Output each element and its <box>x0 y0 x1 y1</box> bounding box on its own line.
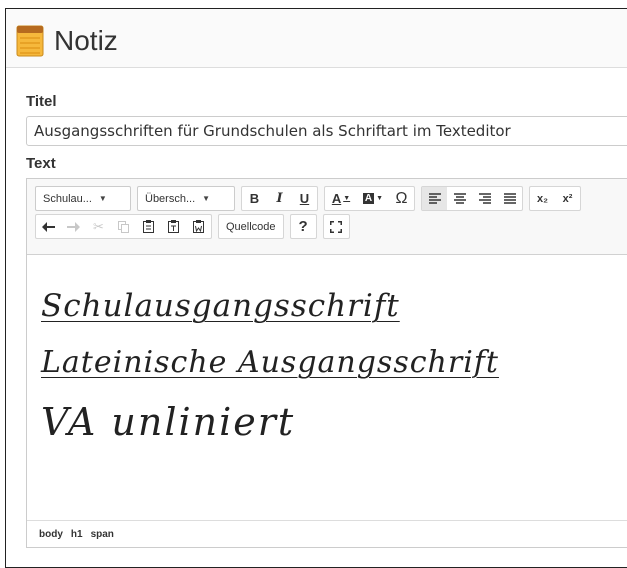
special-char-button[interactable]: Ω <box>389 187 414 210</box>
paste-word-icon[interactable] <box>186 215 211 238</box>
handwriting-line: Schulausgangsschrift <box>41 288 400 324</box>
bg-color-button[interactable]: A ▼ <box>357 187 389 210</box>
editor-toolbar: Schulau... ▼ Übersch... ▼ B I U A▼ A▼ <box>27 179 627 255</box>
bg-color-glyph: A <box>362 193 375 204</box>
align-justify-button[interactable] <box>497 187 522 210</box>
format-group: B I U <box>241 186 318 211</box>
fullscreen-group <box>322 214 350 239</box>
font-family-value: Schulau... <box>43 192 92 205</box>
align-right-button[interactable] <box>472 187 497 210</box>
align-left-icon <box>428 193 441 204</box>
source-group: Quellcode <box>218 214 284 239</box>
path-element-h1[interactable]: h1 <box>71 529 83 540</box>
source-code-button[interactable]: Quellcode <box>219 215 283 238</box>
cut-icon[interactable]: ✂ <box>86 215 111 238</box>
superscript-button[interactable]: x² <box>555 187 580 210</box>
chevron-down-icon: ▼ <box>343 195 351 202</box>
text-label: Text <box>26 155 56 172</box>
maximize-icon[interactable] <box>324 215 349 238</box>
editor-content-area[interactable]: Schulausgangsschrift Lateinische Ausgang… <box>27 255 627 493</box>
align-justify-icon <box>503 193 516 204</box>
title-field[interactable] <box>26 116 627 146</box>
text-editor: Schulau... ▼ Übersch... ▼ B I U A▼ A▼ <box>26 178 627 548</box>
chevron-down-icon: ▼ <box>202 194 211 203</box>
path-element-body[interactable]: body <box>39 529 63 540</box>
bold-button[interactable]: B <box>242 187 267 210</box>
path-element-span[interactable]: span <box>91 529 114 540</box>
help-group: ? <box>289 214 317 239</box>
align-left-button[interactable] <box>422 187 447 210</box>
font-family-select[interactable]: Schulau... ▼ <box>35 186 131 211</box>
paste-text-icon[interactable] <box>161 215 186 238</box>
text-color-button[interactable]: A ▼ <box>325 187 357 210</box>
handwriting-line: Lateinische Ausgangsschrift <box>41 345 499 380</box>
subscript-button[interactable]: x₂ <box>530 187 555 210</box>
note-form: Titel Text Schulau... ▼ Übersch... ▼ B I <box>26 93 627 548</box>
copy-icon[interactable] <box>111 215 136 238</box>
align-right-icon <box>478 193 491 204</box>
help-button[interactable]: ? <box>291 215 316 238</box>
heading-value: Übersch... <box>145 192 196 205</box>
undo-icon[interactable] <box>36 215 61 238</box>
align-center-button[interactable] <box>447 187 472 210</box>
align-center-icon <box>453 193 466 204</box>
window-titlebar: Notiz <box>6 9 627 68</box>
history-group: ✂ <box>35 214 212 239</box>
paste-icon[interactable] <box>136 215 161 238</box>
redo-icon[interactable] <box>61 215 86 238</box>
window-title: Notiz <box>54 25 118 56</box>
title-label: Titel <box>26 93 57 110</box>
align-group <box>421 186 523 211</box>
italic-button[interactable]: I <box>267 187 292 210</box>
note-window: Notiz Titel Text Schulau... ▼ Übersch...… <box>5 8 627 568</box>
chevron-down-icon: ▼ <box>98 194 107 203</box>
heading-select[interactable]: Übersch... ▼ <box>137 186 235 211</box>
underline-button[interactable]: U <box>292 187 317 210</box>
editor-statusbar: body h1 span <box>27 520 627 547</box>
notepad-icon <box>16 25 44 57</box>
handwriting-line: VA unliniert <box>41 400 296 444</box>
text-color-glyph: A <box>331 191 342 206</box>
color-group: A ▼ A ▼ Ω <box>324 186 415 211</box>
chevron-down-icon: ▼ <box>376 195 384 202</box>
script-group: x₂ x² <box>529 186 581 211</box>
